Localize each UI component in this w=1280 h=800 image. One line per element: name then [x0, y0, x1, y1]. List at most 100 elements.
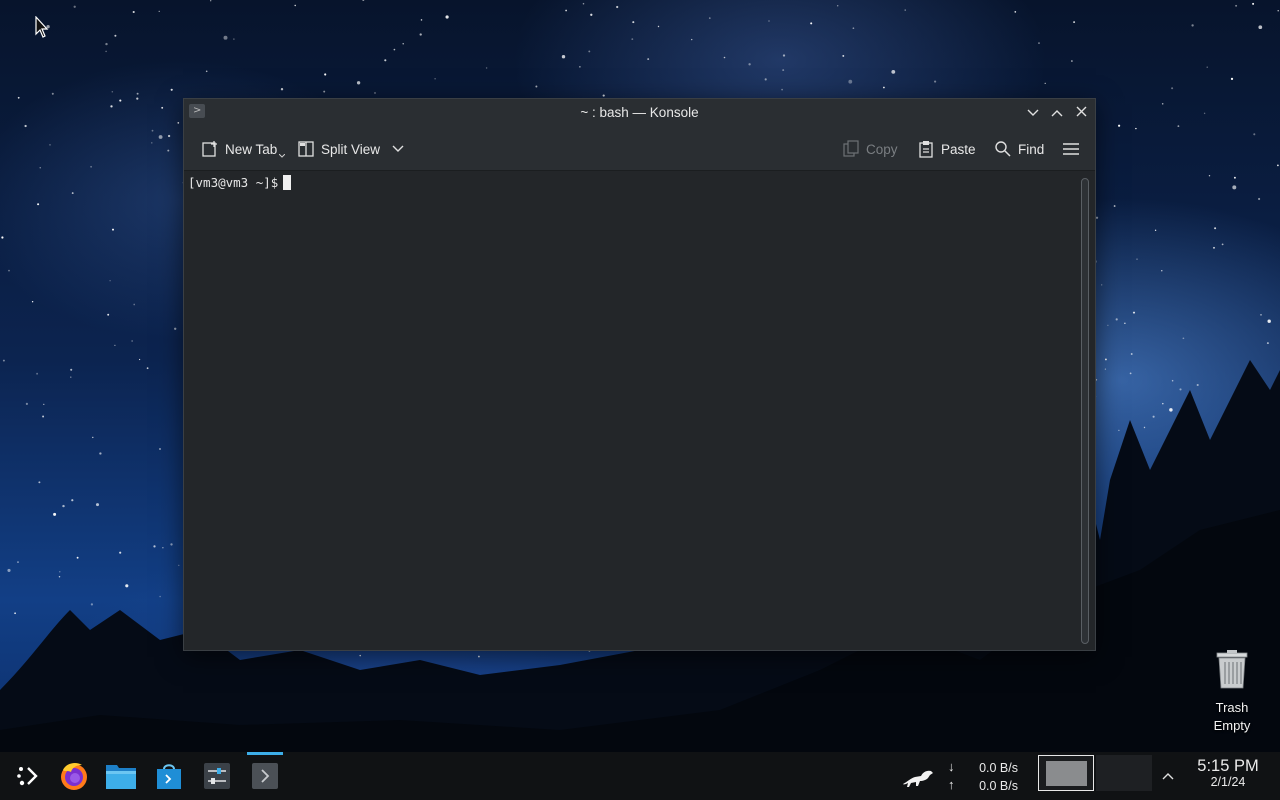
application-launcher-button[interactable]: [8, 756, 48, 796]
konsole-taskbar-button[interactable]: [245, 752, 285, 796]
paste-label: Paste: [941, 141, 976, 157]
paste-button[interactable]: Paste: [917, 138, 976, 160]
star: [748, 63, 751, 66]
firefox-taskbar-button[interactable]: [54, 756, 94, 796]
star: [51, 92, 54, 95]
virtual-desktop-pager: [1038, 755, 1154, 791]
upload-speed: 0.0 B/s: [979, 779, 1018, 793]
star: [1203, 112, 1206, 115]
star: [323, 90, 326, 93]
star: [136, 97, 139, 100]
star: [810, 22, 813, 25]
star: [657, 25, 660, 28]
star: [119, 99, 122, 102]
star: [1124, 322, 1126, 324]
chevron-down-icon: [1027, 109, 1039, 116]
kdeconnect-tray-button[interactable]: [896, 756, 940, 796]
network-speed-widget[interactable]: ↓ 0.0 B/s ↑ 0.0 B/s: [944, 758, 1024, 794]
star: [1161, 103, 1164, 105]
dropdown-indicator-icon: [279, 154, 286, 158]
window-titlebar[interactable]: > ~ : bash — Konsole: [184, 99, 1095, 127]
star: [723, 56, 726, 59]
star: [167, 134, 171, 138]
star: [588, 50, 591, 53]
system-settings-taskbar-button[interactable]: [197, 756, 237, 796]
clock-date: 2/1/24: [1210, 775, 1246, 789]
desktop-2[interactable]: [1096, 755, 1152, 791]
copy-button[interactable]: Copy: [842, 138, 898, 160]
copy-icon: [843, 140, 859, 157]
minimize-button[interactable]: [1023, 103, 1043, 123]
star: [71, 192, 74, 195]
star: [114, 34, 117, 37]
star: [485, 67, 488, 69]
star: [205, 70, 208, 73]
star: [158, 135, 163, 139]
desktop-1[interactable]: [1038, 755, 1094, 791]
star: [883, 86, 885, 89]
star: [1277, 9, 1279, 12]
hamburger-menu-icon: [1063, 143, 1079, 155]
star: [1118, 124, 1121, 127]
star: [1206, 66, 1208, 68]
terminal-area[interactable]: [vm3@vm3 ~]$: [184, 172, 1095, 650]
star: [105, 50, 107, 53]
split-view-button[interactable]: Split View: [297, 138, 404, 160]
star: [167, 149, 170, 152]
star: [708, 17, 711, 19]
system-settings-icon: [204, 763, 230, 789]
star: [1, 236, 4, 239]
star: [632, 21, 635, 24]
download-arrow-icon: ↓: [948, 759, 955, 774]
terminal-scrollbar[interactable]: [1081, 178, 1089, 644]
trash-label: Trash: [1215, 700, 1249, 715]
star: [535, 85, 538, 88]
discover-taskbar-button[interactable]: [149, 756, 189, 796]
star: [31, 301, 34, 303]
new-tab-button[interactable]: New Tab: [201, 138, 286, 160]
star: [419, 33, 422, 36]
star: [1132, 311, 1136, 314]
star: [112, 228, 114, 231]
trash-desktop-icon[interactable]: Trash Empty: [1203, 648, 1261, 735]
star: [107, 313, 110, 316]
star: [420, 19, 423, 21]
digital-clock[interactable]: 5:15 PM 2/1/24: [1190, 757, 1266, 789]
star: [1277, 164, 1279, 167]
star: [105, 42, 108, 46]
new-tab-label: New Tab: [225, 141, 278, 157]
star: [1260, 314, 1262, 316]
copy-label: Copy: [866, 141, 898, 157]
chevron-up-icon: [1051, 110, 1063, 117]
close-icon: [1076, 106, 1086, 117]
star: [1191, 24, 1194, 27]
konsole-window[interactable]: > ~ : bash — Konsole New Tab Split View …: [183, 98, 1096, 651]
star: [1232, 185, 1237, 190]
star: [602, 94, 605, 97]
star: [631, 38, 634, 40]
star: [90, 165, 93, 168]
trash-icon: [1216, 650, 1248, 689]
star: [1208, 175, 1211, 177]
star: [177, 122, 180, 124]
star: [1252, 2, 1255, 5]
star: [133, 303, 136, 306]
star: [402, 43, 404, 45]
chevron-up-icon: [1162, 773, 1174, 780]
shell-prompt: [vm3@vm3 ~]$: [188, 175, 279, 190]
star: [616, 5, 619, 9]
star: [8, 269, 10, 272]
star: [1113, 205, 1116, 207]
star: [109, 280, 111, 282]
maximize-button[interactable]: [1047, 103, 1067, 123]
star: [210, 0, 212, 2]
file-manager-taskbar-button[interactable]: [101, 756, 141, 796]
hamburger-menu-button[interactable]: [1062, 138, 1080, 160]
star: [384, 59, 387, 62]
system-tray-expand-button[interactable]: [1150, 756, 1186, 796]
close-button[interactable]: [1071, 103, 1091, 123]
file-manager-icon: [106, 765, 136, 789]
chevron-down-icon: [392, 145, 404, 152]
find-button[interactable]: Find: [994, 138, 1044, 160]
paste-icon: [919, 141, 933, 158]
